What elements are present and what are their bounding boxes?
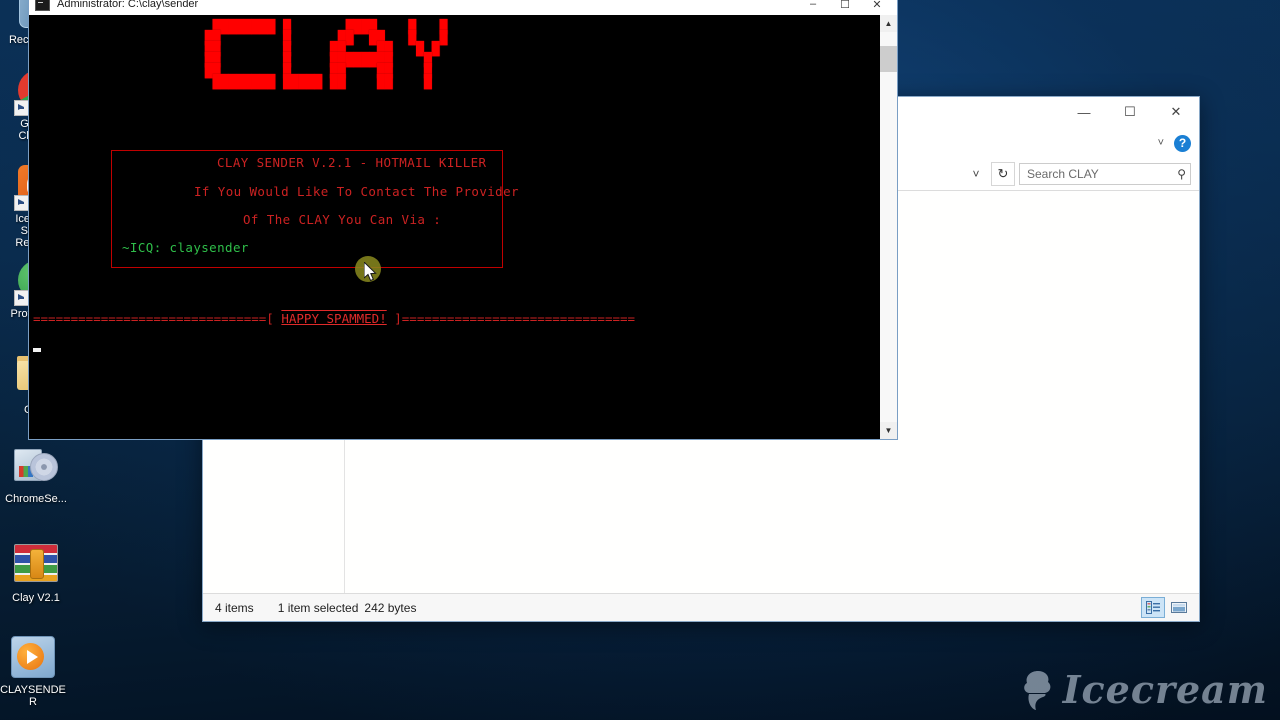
console-main: ████████ █ ████ █ █ ██ █ ██ ██ █ █ ██ █ … <box>29 15 897 439</box>
happy-spammed-banner: HAPPY SPAMMED! <box>281 311 387 326</box>
clay-ascii-art-logo: ████████ █ ████ █ █ ██ █ ██ ██ █ █ ██ █ … <box>204 20 448 90</box>
console-icq-line: ~ICQ: claysender <box>122 240 249 255</box>
console-contact-line-1: If You Would Like To Contact The Provide… <box>194 184 519 199</box>
command-prompt-window[interactable]: Administrator: C:\clay\sender – ☐ ✕ ████… <box>28 0 898 440</box>
status-item-count: 4 items <box>215 600 254 615</box>
status-size: 242 bytes <box>364 600 417 615</box>
console-app-icon <box>35 0 50 11</box>
console-separator-line: ===============================[ HAPPY S… <box>33 311 635 326</box>
console-caret <box>33 348 41 352</box>
console-minimize-button[interactable]: – <box>797 0 829 10</box>
console-title: Administrator: C:\clay\sender <box>57 0 199 10</box>
desktop-icon-clay-v21[interactable]: Clay V2.1 <box>0 540 72 604</box>
ice-cream-cone-icon <box>1023 670 1051 710</box>
search-input[interactable]: Search CLAY ⚲ <box>1019 163 1191 185</box>
minimize-button[interactable]: — <box>1061 97 1107 127</box>
desktop-icon-chrome-setup[interactable]: ChromeSe... <box>0 443 72 505</box>
icecream-watermark: Icecream <box>1021 667 1268 712</box>
console-title-line: CLAY SENDER V.2.1 - HOTMAIL KILLER <box>217 155 487 170</box>
scrollbar-thumb[interactable] <box>880 46 897 72</box>
scrollbar-track[interactable] <box>880 32 897 422</box>
media-player-icon <box>11 636 55 680</box>
console-scrollbar[interactable]: ▲ ▼ <box>879 15 897 439</box>
console-maximize-button[interactable]: ☐ <box>829 0 861 11</box>
console-output-area[interactable]: ████████ █ ████ █ █ ██ █ ██ ██ █ █ ██ █ … <box>29 15 879 439</box>
separator-left-dashes: ===============================[ <box>33 311 282 326</box>
address-history-chevron-down-icon[interactable]: ˅ <box>965 167 987 181</box>
search-placeholder: Search CLAY <box>1027 167 1099 181</box>
explorer-status-bar: 4 items 1 item selected 242 bytes <box>203 593 1199 621</box>
desktop-icon-label: ChromeSe... <box>5 493 67 505</box>
desktop-screen: Recycle Bin Google Chrome Icecream Scree… <box>0 0 1280 720</box>
separator-right-dashes: ]=============================== <box>386 311 636 326</box>
cd-setup-icon <box>14 445 58 489</box>
ribbon-expand-chevron-down-icon[interactable]: ˅ <box>1158 137 1164 149</box>
maximize-button[interactable]: ☐ <box>1107 97 1153 127</box>
help-icon[interactable]: ? <box>1174 134 1191 152</box>
console-contact-line-2: Of The CLAY You Can Via : <box>243 212 442 227</box>
scroll-down-arrow-icon[interactable]: ▼ <box>880 422 897 439</box>
details-view-button[interactable] <box>1141 597 1165 618</box>
desktop-icon-label: CLAYSENDER <box>0 684 66 708</box>
scroll-up-arrow-icon[interactable]: ▲ <box>880 15 897 32</box>
mouse-cursor-icon <box>364 262 377 282</box>
desktop-icon-label: Clay V2.1 <box>12 592 60 604</box>
watermark-text: Icecream <box>1062 667 1268 712</box>
console-close-button[interactable]: ✕ <box>861 0 893 11</box>
search-icon: ⚲ <box>1177 167 1186 181</box>
winrar-archive-icon <box>14 544 58 588</box>
console-title-bar[interactable]: Administrator: C:\clay\sender – ☐ ✕ <box>29 0 897 15</box>
desktop-icon-claysender[interactable]: CLAYSENDER <box>0 634 69 708</box>
large-icons-view-icon <box>1171 602 1187 613</box>
refresh-icon[interactable]: ↻ <box>991 162 1015 186</box>
details-view-icon <box>1145 601 1160 614</box>
close-button[interactable]: ✕ <box>1153 97 1199 127</box>
large-icons-view-button[interactable] <box>1167 597 1191 618</box>
status-selection: 1 item selected <box>277 600 359 615</box>
